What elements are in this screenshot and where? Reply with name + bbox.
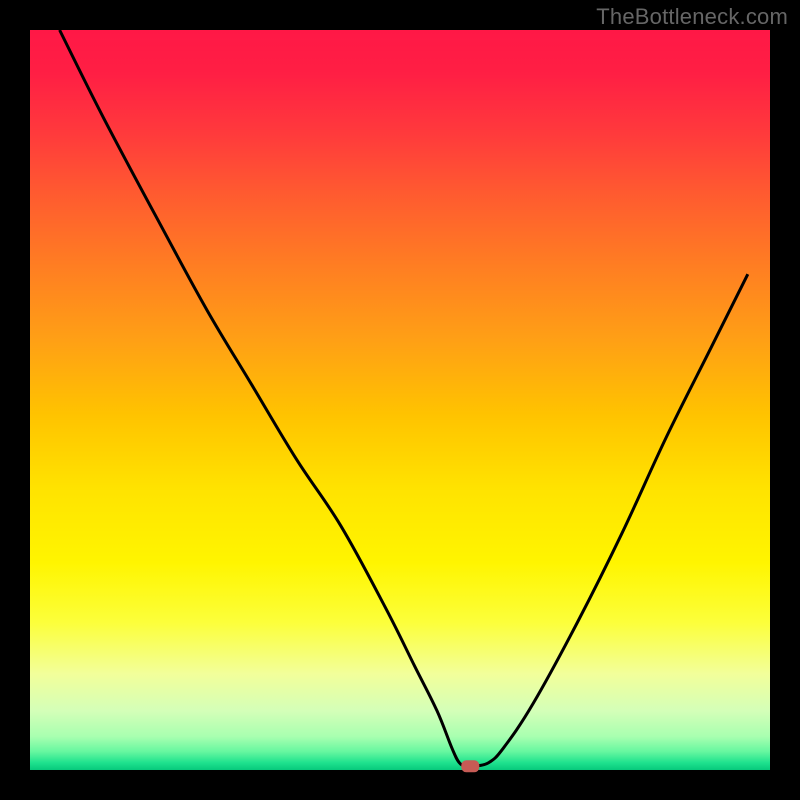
watermark-text: TheBottleneck.com: [596, 4, 788, 30]
bottleneck-chart: [0, 0, 800, 800]
gradient-plot-area: [30, 30, 770, 770]
optimum-marker: [461, 760, 479, 772]
chart-container: TheBottleneck.com: [0, 0, 800, 800]
